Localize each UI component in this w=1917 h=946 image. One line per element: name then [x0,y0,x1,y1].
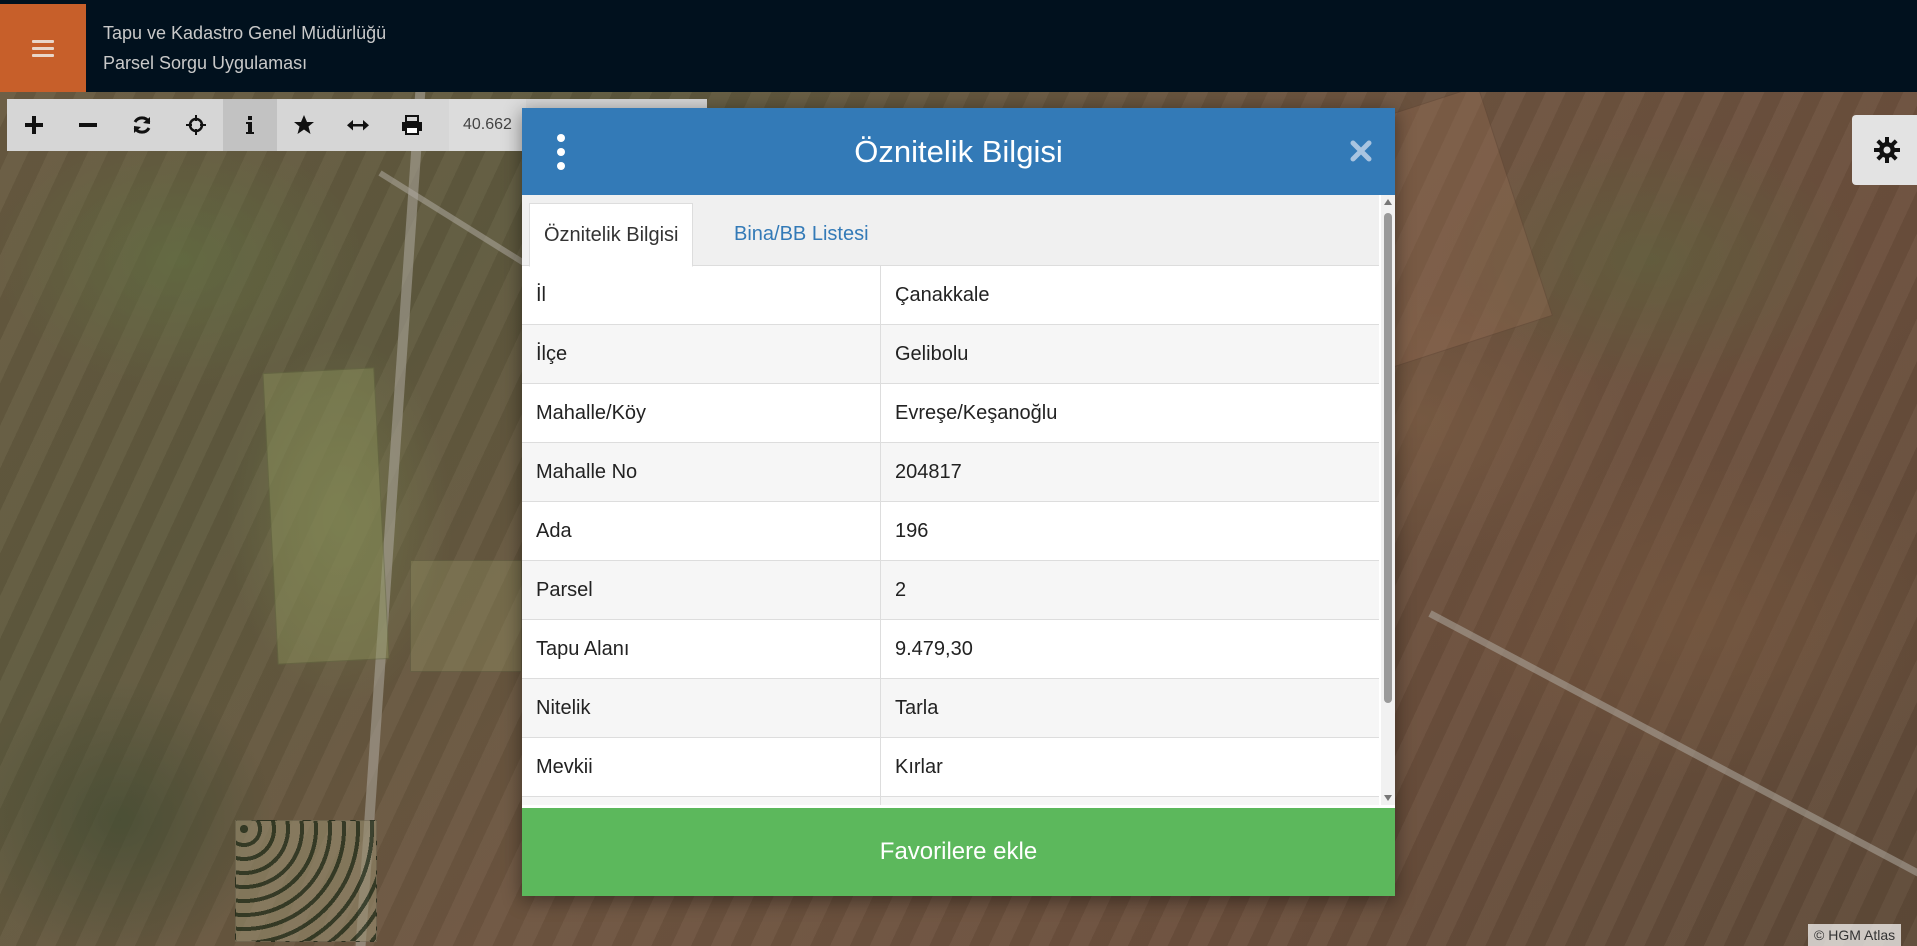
zoom-out-button[interactable] [61,99,115,151]
row-value [881,797,895,805]
row-key: Parsel [522,561,881,619]
row-key: Mahalle No [522,443,881,501]
modal-body[interactable]: Öznitelik Bilgisi Bina/BB Listesi İl Çan… [522,195,1395,805]
zoom-in-button[interactable] [7,99,61,151]
table-row: Nitelik Tarla [522,679,1379,738]
print-icon [402,115,422,135]
close-icon [1350,140,1372,162]
map-field [410,560,522,672]
locate-button[interactable] [169,99,223,151]
add-to-favorites-button[interactable]: Favorilere ekle [522,808,1395,896]
favorites-button[interactable] [277,99,331,151]
app-title-line2: Parsel Sorgu Uygulaması [103,53,308,73]
map-attribution: © HGM Atlas [1808,924,1902,946]
star-icon [294,115,314,134]
table-row: İl Çanakkale [522,266,1379,325]
row-key: Ada [522,502,881,560]
row-value: Tarla [895,697,939,719]
tab-building-list[interactable]: Bina/BB Listesi [720,203,883,265]
menu-button[interactable] [0,4,86,92]
settings-button[interactable] [1852,115,1917,185]
row-key: İlçe [522,325,881,383]
coordinate-readout: 40.662 [449,99,526,151]
map-orchard [235,820,377,942]
app-header: Tapu ve Kadastro Genel Müdürlüğü Parsel … [0,0,1917,92]
row-key: Mevkii [522,738,881,796]
tab-attribute-info[interactable]: Öznitelik Bilgisi [529,203,694,267]
plus-icon [25,116,43,134]
gear-icon [1874,137,1900,163]
table-row: Mahalle/Köy Evreşe/Keşanoğlu [522,384,1379,443]
table-row [522,797,1379,805]
row-value: 196 [895,520,929,542]
attribute-info-modal: Öznitelik Bilgisi Öznitelik Bilgisi Bina… [522,108,1395,896]
horizontal-arrows-icon [347,120,369,131]
scrollbar-thumb[interactable] [1384,213,1392,703]
map-road [1428,610,1917,880]
scroll-up-icon[interactable] [1384,199,1392,205]
row-value: Evreşe/Keşanoğlu [895,402,1058,424]
table-row: Parsel 2 [522,561,1379,620]
modal-title: Öznitelik Bilgisi [854,134,1063,169]
info-button[interactable] [223,99,277,151]
table-row: Tapu Alanı 9.479,30 [522,620,1379,679]
row-value: Kırlar [895,756,943,778]
measure-button[interactable] [331,99,385,151]
row-key [522,797,881,805]
table-row: Mevkii Kırlar [522,738,1379,797]
close-button[interactable] [1344,134,1378,168]
row-value: 204817 [895,461,962,483]
app-title-line1: Tapu ve Kadastro Genel Müdürlüğü [103,23,387,43]
row-value: 9.479,30 [895,638,973,660]
refresh-icon [133,116,151,134]
map-field [262,367,390,665]
refresh-button[interactable] [115,99,169,151]
map-road [378,170,535,271]
table-row: İlçe Gelibolu [522,325,1379,384]
attribute-table: İl Çanakkale İlçe Gelibolu Mahalle/Köy E… [522,266,1379,805]
modal-header: Öznitelik Bilgisi [522,108,1395,195]
app-title: Tapu ve Kadastro Genel Müdürlüğü Parsel … [103,18,386,78]
row-key: Nitelik [522,679,881,737]
hamburger-icon [32,39,54,57]
table-row: Mahalle No 204817 [522,443,1379,502]
scroll-down-icon[interactable] [1384,795,1392,801]
row-value: Gelibolu [895,343,969,365]
row-key: Mahalle/Köy [522,384,881,442]
row-value: Çanakkale [895,284,990,306]
table-row: Ada 196 [522,502,1379,561]
minus-icon [79,123,97,127]
modal-scrollbar[interactable] [1381,195,1395,805]
row-value: 2 [895,579,907,601]
crosshair-icon [186,115,206,135]
kebab-menu-icon[interactable] [554,134,568,170]
tab-bar: Öznitelik Bilgisi Bina/BB Listesi [522,195,1379,267]
row-key: Tapu Alanı [522,620,881,678]
info-icon [246,116,254,134]
row-key: İl [522,266,881,324]
print-button[interactable] [385,99,439,151]
